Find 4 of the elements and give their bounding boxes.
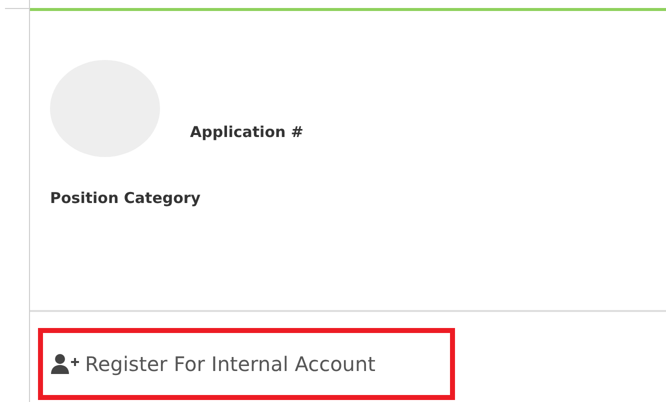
user-plus-icon <box>51 353 79 375</box>
application-label: Application # <box>190 123 304 141</box>
position-category-label: Position Category <box>50 189 202 207</box>
register-button[interactable]: Register For Internal Account <box>38 328 455 400</box>
